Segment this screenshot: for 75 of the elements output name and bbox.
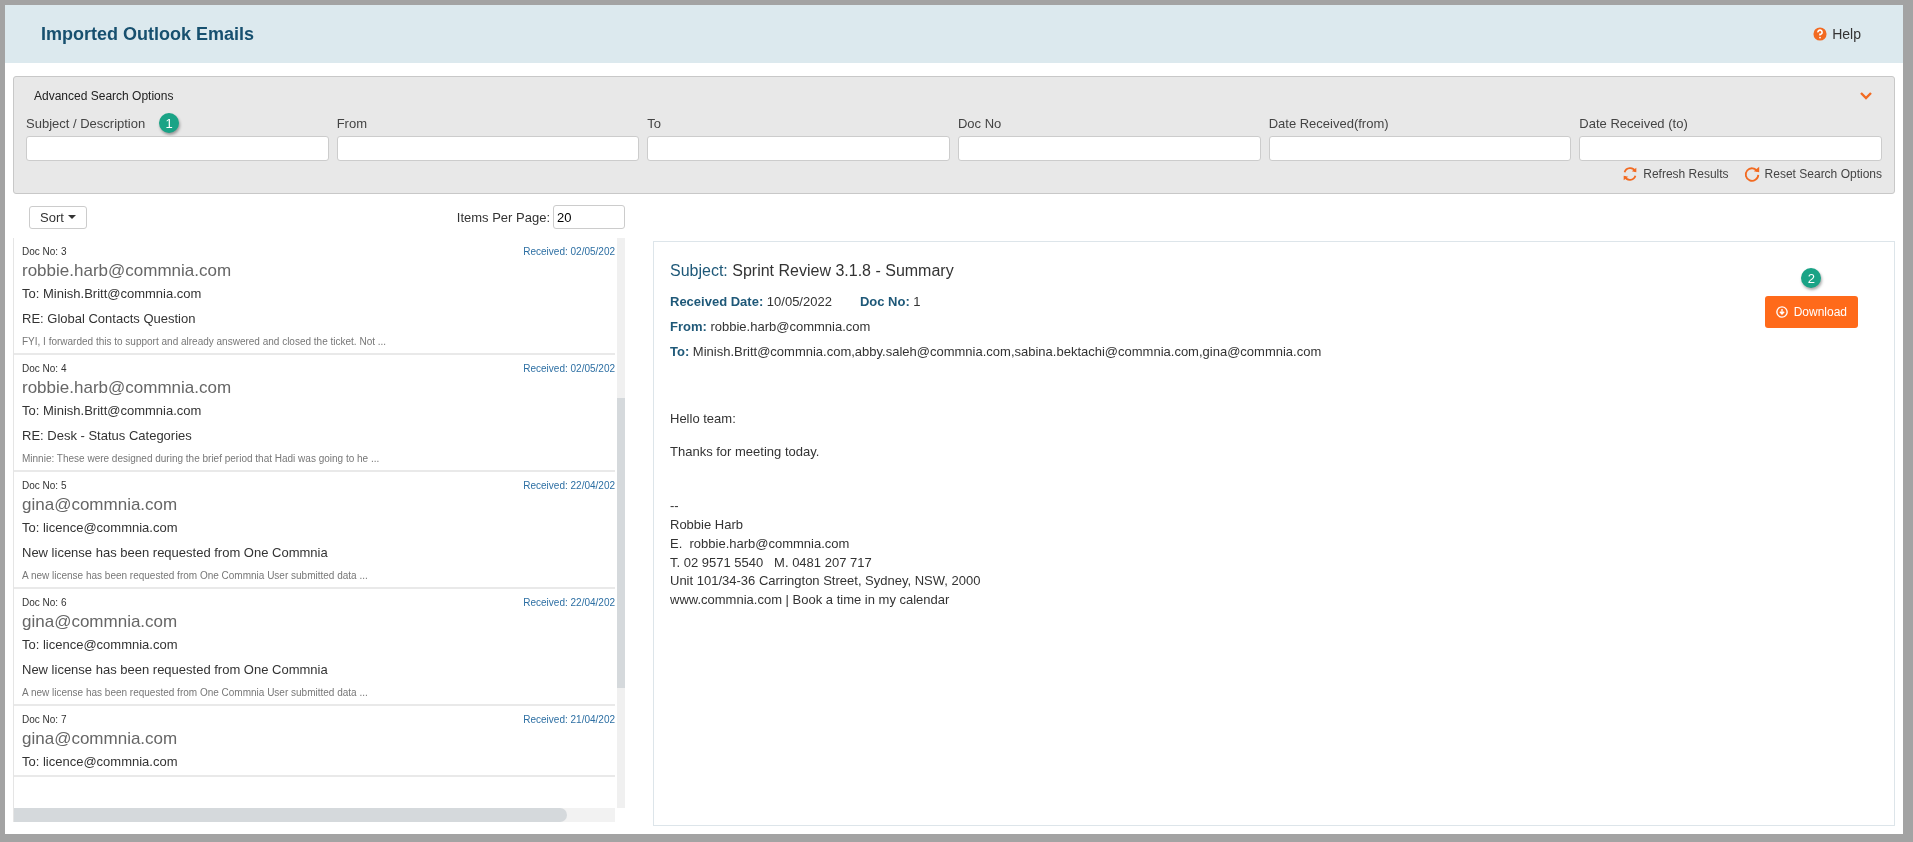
recipient-address: To: licence@commnia.com	[22, 637, 179, 652]
email-list-item[interactable]: Doc No: 5 Received: 22/04/202 gina@commnia.com To: licence@commnia.com New license has been requested from One Commnia A new license has been requested from One Commnia User submitted data ...	[14, 472, 615, 589]
search-action-link[interactable]: Refresh Results	[1621, 165, 1729, 183]
search-input[interactable]	[336, 136, 640, 161]
doc-number: Doc No: 6	[22, 597, 67, 608]
search-input[interactable]	[1268, 136, 1572, 161]
recipient-address: To: licence@commnia.com	[22, 754, 179, 769]
email-body-text: Thanks for meeting today.	[670, 444, 821, 459]
field-label: Subject / Description	[26, 115, 146, 131]
signature-line: Unit 101/34-36 Carrington Street, Sydney, NSW, 2000	[670, 572, 982, 591]
email-meta-field: Received Date: 10/05/2022	[670, 294, 832, 309]
received-date: Received: 02/05/202	[523, 363, 615, 374]
search-input[interactable]	[26, 136, 329, 161]
recipient-address: To: Minish.Britt@commnia.com	[22, 286, 203, 301]
email-list-item[interactable]: Doc No: 7 Received: 21/04/202 gina@commnia.com To: licence@commnia.com	[14, 706, 615, 777]
signature-line: www.commnia.com | Book a time in my calendar	[670, 591, 951, 610]
recipient-address: To: Minish.Britt@commnia.com	[22, 403, 203, 418]
email-preview: FYI, I forwarded this to support and already answered and closed the ticket. Not ...	[22, 336, 388, 347]
vertical-scrollbar[interactable]	[617, 238, 625, 808]
field-label: Date Received(from)	[1268, 115, 1389, 131]
search-panel-title: Advanced Search Options	[34, 89, 174, 103]
signature-line: T. 02 9571 5540 M. 0481 207 717	[670, 553, 873, 572]
search-input[interactable]	[958, 136, 1261, 161]
download-icon	[1775, 306, 1788, 318]
reset-icon	[1742, 165, 1761, 183]
search-input[interactable]	[1579, 136, 1882, 161]
field-label: From	[336, 115, 367, 131]
received-date: Received: 22/04/202	[523, 480, 615, 491]
email-meta-field: From: robbie.harb@commnia.com	[670, 319, 871, 334]
email-body-text: Hello team:	[670, 411, 737, 426]
received-date: Received: 21/04/202	[523, 714, 615, 725]
email-meta-field: To: Minish.Britt@commnia.com,abby.saleh@commnia.com,sabina.bektachi@commnia.com,gina@commnia.com	[670, 344, 1322, 359]
sort-button[interactable]: Sort	[29, 205, 87, 229]
items-per-page-input[interactable]: 20	[553, 205, 625, 229]
email-preview: Minnie: These were designed during the brief period that Hadi was going to he ...	[22, 453, 381, 464]
email-subject: RE: Desk - Status Categories	[22, 428, 193, 443]
email-list-item[interactable]: Doc No: 6 Received: 22/04/202 gina@commnia.com To: licence@commnia.com New license has been requested from One Commnia A new license has been requested from One Commnia User submitted data ...	[14, 589, 615, 706]
field-label: Date Received (to)	[1579, 115, 1688, 131]
sender-address: gina@commnia.com	[22, 729, 179, 749]
email-subject: New license has been requested from One Commnia	[22, 662, 329, 677]
signature-line: --	[670, 497, 680, 515]
received-date: Received: 22/04/202	[523, 597, 615, 608]
step-badge: 1	[159, 113, 180, 133]
email-subject: New license has been requested from One Commnia	[22, 545, 329, 560]
field-label: Doc No	[958, 115, 1002, 131]
horizontal-scrollbar[interactable]	[14, 808, 615, 822]
help-link[interactable]: Help	[1813, 26, 1861, 42]
doc-number: Doc No: 3	[22, 246, 67, 257]
items-per-page-label: Items Per Page:	[456, 209, 550, 225]
caret-icon	[67, 215, 76, 219]
search-action-link[interactable]: Reset Search Options	[1742, 165, 1882, 183]
sender-address: robbie.harb@commnia.com	[22, 261, 233, 281]
sender-address: robbie.harb@commnia.com	[22, 378, 233, 398]
email-subject: RE: Global Contacts Question	[22, 311, 197, 326]
recipient-address: To: licence@commnia.com	[22, 520, 179, 535]
signature-line: Robbie Harb	[670, 515, 744, 534]
email-list-item[interactable]: Doc No: 4 Received: 02/05/202 robbie.harb@commnia.com To: Minish.Britt@commnia.com RE: Desk - Status Categories Minnie: These were designed during the brief period that Hadi was going to he ...	[14, 355, 615, 472]
page-title: Imported Outlook Emails	[41, 23, 255, 45]
sender-address: gina@commnia.com	[22, 612, 179, 632]
field-label: To	[647, 115, 662, 131]
email-list-item[interactable]: Doc No: 3 Received: 02/05/202 robbie.harb@commnia.com To: Minish.Britt@commnia.com RE: Global Contacts Question FYI, I forwarded this to support and already answered and closed the ticket. Not ...	[14, 238, 615, 355]
search-input[interactable]	[647, 136, 950, 161]
email-preview: A new license has been requested from One Commnia User submitted data ...	[22, 687, 369, 698]
sender-address: gina@commnia.com	[22, 495, 179, 515]
doc-number: Doc No: 5	[22, 480, 67, 491]
help-icon	[1813, 27, 1828, 41]
email-subject-heading: Subject: Sprint Review 3.1.8 - Summary	[670, 262, 955, 280]
doc-number: Doc No: 7	[22, 714, 67, 725]
step-badge: 2	[1801, 268, 1822, 288]
received-date: Received: 02/05/202	[523, 246, 615, 257]
email-meta-field: Doc No: 1	[859, 294, 921, 309]
doc-number: Doc No: 4	[22, 363, 67, 374]
chevron-down-icon[interactable]	[1860, 92, 1872, 100]
email-preview: A new license has been requested from One Commnia User submitted data ...	[22, 570, 369, 581]
signature-line: E. robbie.harb@commnia.com	[670, 534, 851, 553]
